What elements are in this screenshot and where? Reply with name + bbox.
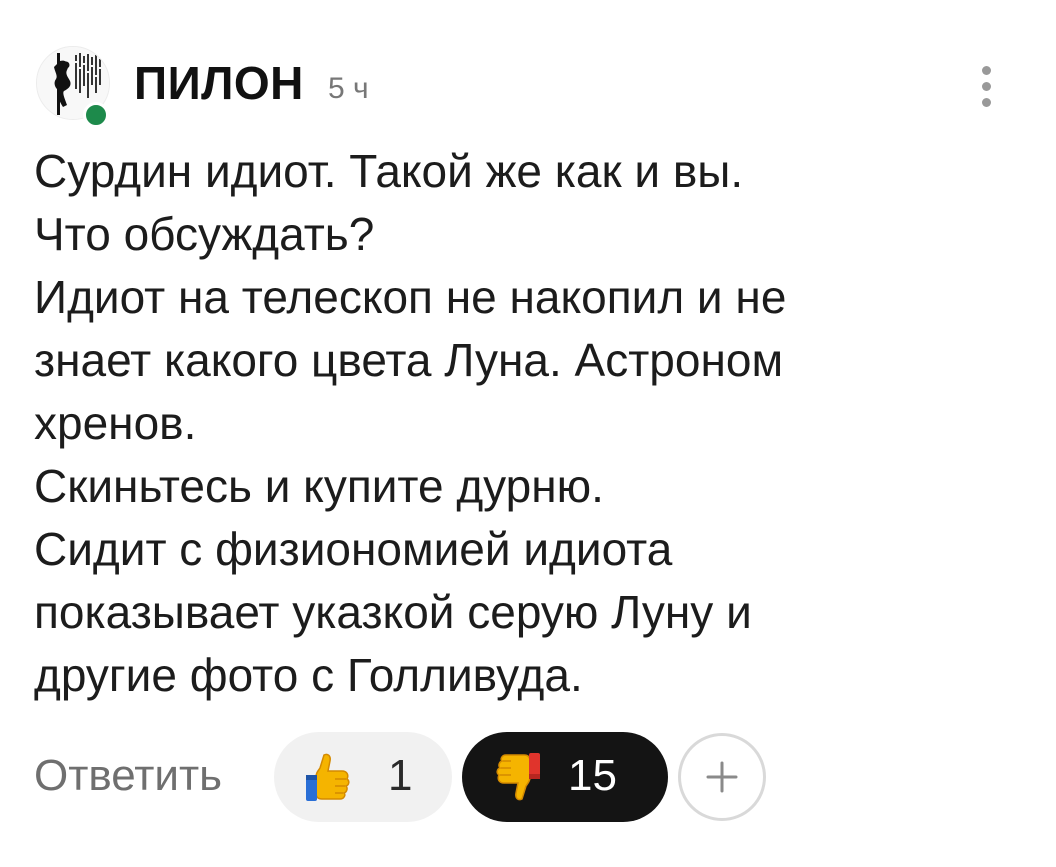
- comment-timestamp: 5 ч: [328, 72, 369, 105]
- comment-text-line: Идиот на телескоп не накопил и не: [34, 271, 787, 323]
- comment-text-line: Скиньтесь и купите дурню.: [34, 460, 604, 512]
- comment-card: ПИЛОН 5 ч Сурдин идиот. Такой же как и в…: [0, 0, 1056, 867]
- author-name[interactable]: ПИЛОН: [134, 60, 304, 106]
- add-reaction-button[interactable]: [678, 733, 766, 821]
- more-vertical-icon: [981, 65, 991, 75]
- comment-text-line: знает какого цвета Луна. Астроном: [34, 334, 784, 386]
- more-options-button[interactable]: [966, 56, 1006, 116]
- more-vertical-icon-dot: [981, 97, 991, 107]
- comment-text-line: Сидит с физиономией идиота: [34, 523, 673, 575]
- plus-icon: [706, 761, 738, 793]
- upvote-button[interactable]: 1: [274, 732, 452, 822]
- downvote-button[interactable]: 15: [462, 732, 668, 822]
- comment-text-line: хренов.: [34, 397, 197, 449]
- online-status-dot: [83, 102, 109, 128]
- comment-text-line: другие фото с Голливуда.: [34, 649, 583, 701]
- upvote-count: 1: [388, 751, 413, 800]
- thumbs-down-icon: [496, 753, 540, 801]
- comment-text-line: Что обсуждать?: [34, 208, 375, 260]
- comment-body: Сурдин идиот. Такой же как и вы. Что обс…: [34, 140, 994, 707]
- more-vertical-icon-dot: [981, 81, 991, 91]
- reply-button[interactable]: Ответить: [34, 754, 222, 798]
- comment-text-line: показывает указкой серую Луну и: [34, 586, 752, 638]
- thumbs-up-icon: [306, 753, 350, 801]
- downvote-count: 15: [568, 751, 617, 800]
- comment-actions: Ответить 1 15: [34, 732, 1034, 824]
- comment-text-line: Сурдин идиот. Такой же как и вы.: [34, 145, 744, 197]
- comment-header: ПИЛОН 5 ч: [36, 44, 1016, 128]
